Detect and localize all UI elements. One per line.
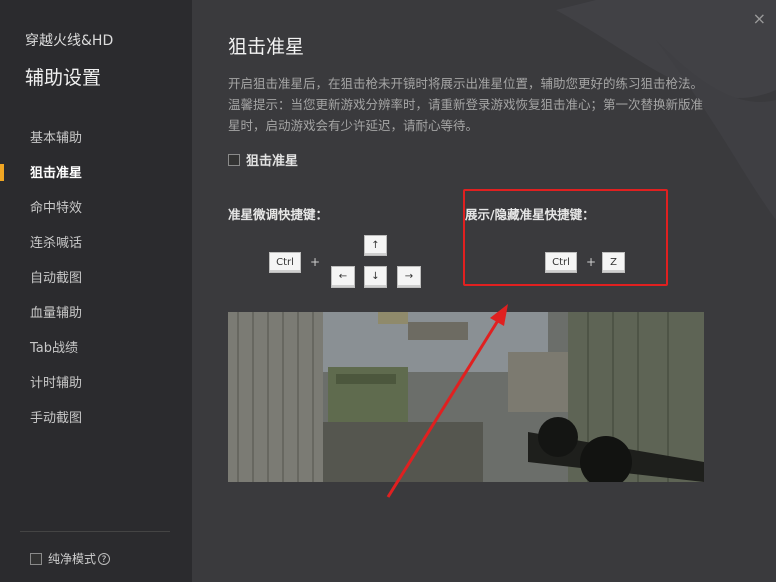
sidebar-item-tab-stats[interactable]: Tab战绩 (0, 336, 192, 371)
fine-tune-shortcut-label: 准星微调快捷键： (228, 207, 329, 222)
sidebar-item-hit-effect[interactable]: 命中特效 (0, 196, 192, 231)
sidebar-item-timer[interactable]: 计时辅助 (0, 371, 192, 406)
sidebar-item-kill-streak[interactable]: 连杀喊话 (0, 231, 192, 266)
sidebar-item-sniper-crosshair[interactable]: 狙击准星 (0, 161, 192, 196)
crosshair-toggle-label: 狙击准星 (246, 154, 299, 169)
pure-mode-toggle[interactable]: 纯净模式 ? (30, 550, 111, 567)
sidebar-item-auto-screenshot[interactable]: 自动截图 (0, 266, 192, 301)
sidebar: 穿越火线&HD 辅助设置 基本辅助 狙击准星 命中特效 连杀喊话 自动截图 血量… (0, 0, 192, 582)
main-panel: × 狙击准星 开启狙击准星后，在狙击枪未开镜时将展示出准星位置，辅助您更好的练习… (192, 0, 776, 582)
ctrl-key: Ctrl (269, 252, 301, 273)
down-arrow-key: ↓ (364, 266, 387, 288)
pure-mode-checkbox[interactable] (30, 552, 42, 565)
up-arrow-key: ↑ (364, 235, 387, 256)
close-icon[interactable]: × (753, 9, 766, 28)
page-title: 狙击准星 (228, 36, 305, 58)
help-icon[interactable]: ? (98, 552, 111, 565)
plus-sign: + (310, 255, 321, 269)
sidebar-nav: 基本辅助 狙击准星 命中特效 连杀喊话 自动截图 血量辅助 Tab战绩 计时辅助… (0, 126, 192, 441)
app-title: 穿越火线&HD (25, 33, 114, 49)
right-arrow-key: → (397, 266, 421, 288)
sidebar-divider (20, 531, 170, 532)
sidebar-item-manual-screenshot[interactable]: 手动截图 (0, 406, 192, 441)
highlight-box (463, 189, 668, 286)
pure-mode-label: 纯净模式 (48, 552, 97, 566)
sidebar-item-health[interactable]: 血量辅助 (0, 301, 192, 336)
crosshair-checkbox[interactable] (228, 153, 240, 166)
section-title: 辅助设置 (25, 67, 102, 89)
description-text: 开启狙击准星后，在狙击枪未开镜时将展示出准星位置，辅助您更好的练习狙击枪法。温馨… (228, 76, 704, 133)
game-preview-image (228, 312, 704, 482)
crosshair-toggle[interactable]: 狙击准星 (228, 150, 298, 169)
sidebar-item-basic[interactable]: 基本辅助 (0, 126, 192, 161)
left-arrow-key: ← (331, 266, 355, 288)
